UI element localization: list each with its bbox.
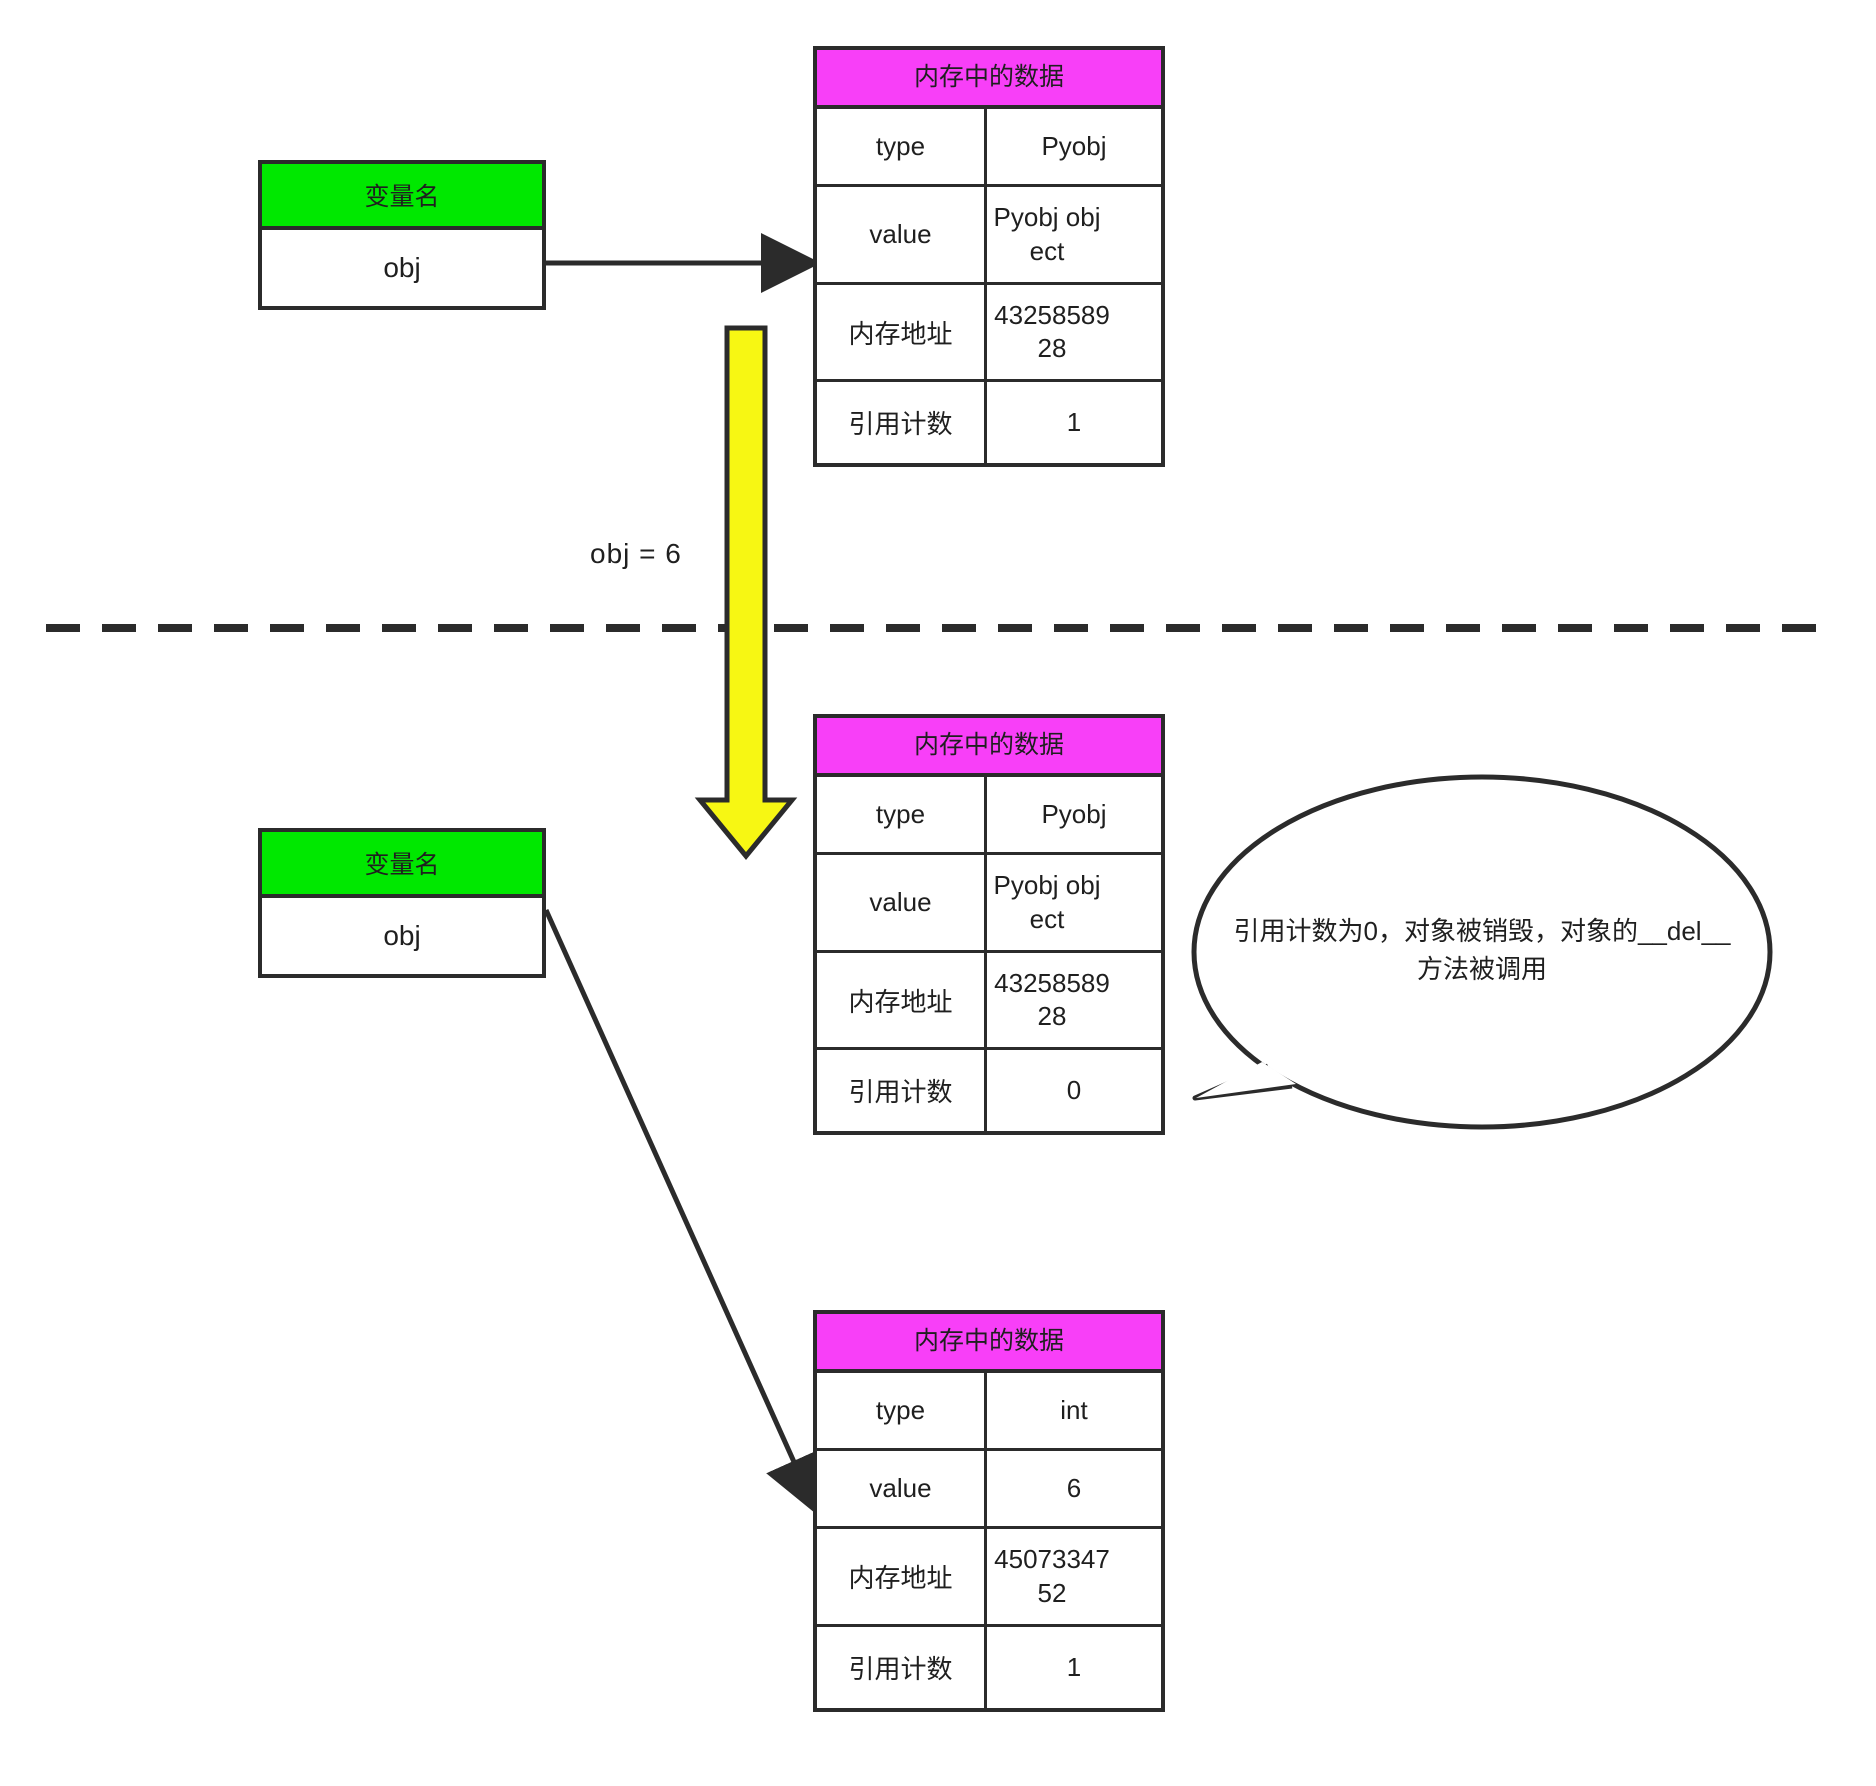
- callout-text: 引用计数为0，对象被销毁，对象的__del__ 方法被调用: [1233, 916, 1731, 984]
- table-row: value Pyobj object: [817, 855, 1161, 953]
- row-value: 1: [1066, 407, 1082, 438]
- table-row: 内存地址 4325858928: [817, 284, 1161, 383]
- row-key: 引用计数: [817, 1626, 987, 1708]
- row-value: 0: [1066, 1075, 1082, 1106]
- table-row: type Pyobj: [817, 109, 1161, 188]
- row-key: value: [817, 1451, 987, 1527]
- table-row: value 6: [817, 1451, 1161, 1530]
- memory-table-pyobj-top: 内存中的数据 type Pyobj value Pyobj object 内存地…: [813, 46, 1165, 468]
- table-row: 内存地址 4507334752: [817, 1529, 1161, 1627]
- row-value: 1: [1066, 1651, 1082, 1682]
- memory-table-pyobj-destroyed: 内存中的数据 type Pyobj value Pyobj object 内存地…: [813, 714, 1165, 1136]
- yellow-transition-arrow: [694, 325, 798, 860]
- table-row: type Pyobj: [817, 777, 1161, 856]
- table-row: 引用计数 1: [817, 1626, 1161, 1708]
- table-row: type int: [817, 1373, 1161, 1452]
- variable-box-top: 变量名 obj: [258, 160, 546, 310]
- memory-table-header: 内存中的数据: [817, 718, 1161, 778]
- row-value: 6: [1066, 1473, 1082, 1504]
- table-row: value Pyobj object: [817, 187, 1161, 285]
- row-value: 4325858928: [994, 299, 1110, 364]
- row-key: value: [817, 855, 987, 950]
- row-key: 内存地址: [817, 952, 987, 1048]
- row-key: 引用计数: [817, 1050, 987, 1132]
- row-value: Pyobj object: [993, 202, 1101, 266]
- row-key: type: [817, 777, 987, 853]
- variable-box-bottom-value: obj: [383, 920, 421, 951]
- table-row: 内存地址 4325858928: [817, 952, 1161, 1051]
- row-value: Pyobj object: [993, 870, 1101, 934]
- variable-box-top-value: obj: [383, 252, 421, 283]
- row-value: 4325858928: [994, 967, 1110, 1032]
- variable-box-bottom-header: 变量名: [262, 832, 542, 898]
- table-row: 引用计数 0: [817, 1050, 1161, 1132]
- row-key: 内存地址: [817, 1529, 987, 1624]
- variable-box-bottom: 变量名 obj: [258, 828, 546, 978]
- row-key: 引用计数: [817, 382, 987, 464]
- diagram-canvas: 变量名 obj 内存中的数据 type Pyobj value Pyobj ob…: [0, 0, 1876, 1786]
- row-value: int: [1060, 1395, 1088, 1426]
- variable-box-top-header: 变量名: [262, 164, 542, 230]
- memory-table-int: 内存中的数据 type int value 6 内存地址 4507334752 …: [813, 1310, 1165, 1712]
- table-row: 引用计数 1: [817, 382, 1161, 464]
- arrow-bottom-var-to-int-table: [543, 908, 821, 1516]
- row-value: Pyobj: [1041, 799, 1107, 830]
- row-key: type: [817, 1373, 987, 1449]
- code-annotation-obj-assign: obj = 6: [590, 538, 682, 569]
- row-value: Pyobj: [1041, 131, 1107, 162]
- row-value: 4507334752: [994, 1544, 1110, 1608]
- row-key: 内存地址: [817, 284, 987, 380]
- row-key: type: [817, 109, 987, 185]
- memory-table-header: 内存中的数据: [817, 50, 1161, 110]
- memory-table-header: 内存中的数据: [817, 1314, 1161, 1374]
- row-key: value: [817, 187, 987, 282]
